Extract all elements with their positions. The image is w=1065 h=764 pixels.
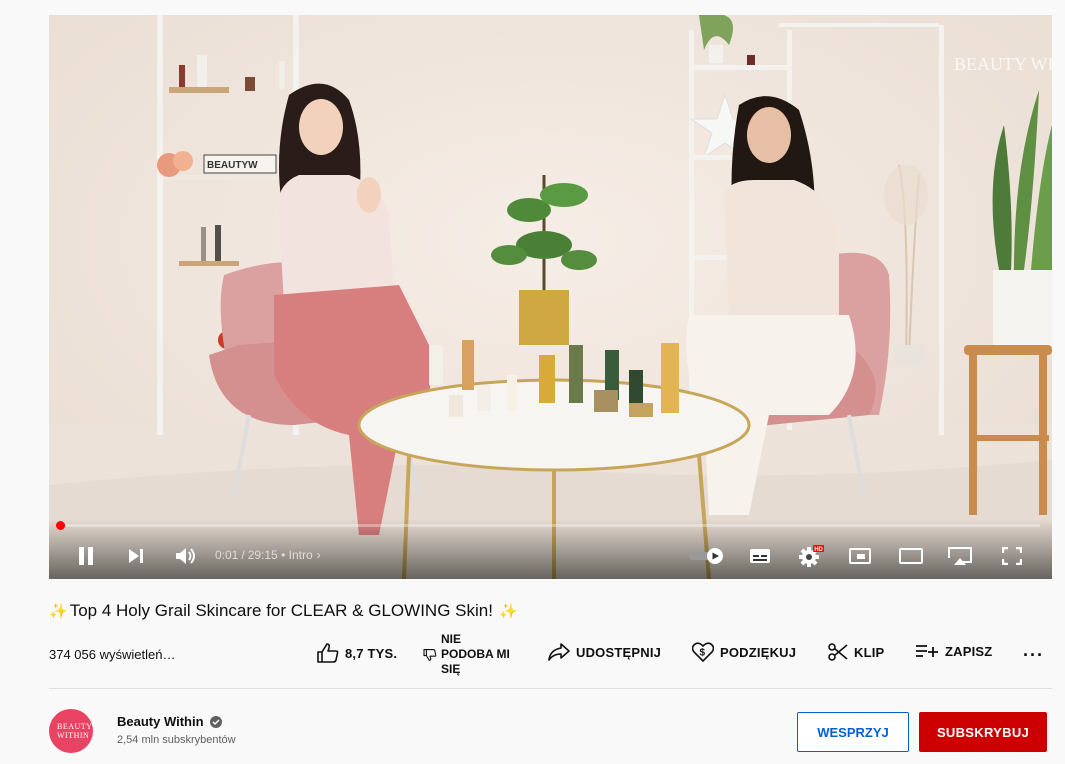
view-count[interactable]: 374 056 wyświetleń… (49, 647, 175, 662)
settings-icon: HD (799, 545, 824, 567)
share-label: UDOSTĘPNIJ (576, 644, 662, 660)
verified-icon (209, 715, 222, 728)
cast-button[interactable] (947, 545, 973, 567)
svg-text:$: $ (700, 648, 706, 659)
video-frame: BEAUTYW BEAUTY WI (49, 15, 1052, 579)
thanks-label: PODZIĘKUJ (720, 644, 797, 660)
channel-avatar[interactable]: BEAUTY WITHIN (49, 709, 93, 753)
thanks-icon: $ (692, 642, 714, 662)
pause-icon (79, 547, 93, 565)
shelf-sign: BEAUTYW (207, 160, 258, 171)
subscribe-button[interactable]: SUBSKRYBUJ (919, 712, 1047, 752)
autoplay-toggle[interactable] (689, 545, 727, 567)
share-button[interactable]: UDOSTĘPNIJ (548, 643, 661, 661)
like-button[interactable]: 8,7 TYS. (317, 643, 397, 663)
divider (49, 688, 1052, 689)
theater-button[interactable] (898, 545, 924, 567)
save-label: ZAPISZ (945, 643, 993, 659)
thanks-button[interactable]: $ PODZIĘKUJ (692, 642, 796, 662)
clip-label: KLIP (854, 644, 885, 660)
more-actions-button[interactable]: ··· (1023, 645, 1044, 666)
subtitles-icon (750, 549, 770, 563)
volume-icon (176, 548, 195, 564)
like-count: 8,7 TYS. (345, 645, 398, 661)
chapter-title[interactable]: • Intro (281, 548, 313, 562)
subtitles-button[interactable] (748, 545, 772, 567)
channel-name[interactable]: Beauty Within (117, 714, 222, 729)
sparkles-emoji-end: ✨ (498, 603, 518, 620)
like-icon (317, 643, 339, 663)
chapter-arrow[interactable]: › (317, 548, 321, 562)
next-button[interactable] (125, 545, 147, 567)
subscriber-count: 2,54 mln subskrybentów (117, 734, 236, 746)
pause-button[interactable] (75, 545, 97, 567)
video-title-text: Top 4 Holy Grail Skincare for CLEAR & GL… (69, 601, 493, 620)
cast-icon (948, 547, 972, 565)
hd-badge: HD (814, 547, 823, 553)
dislike-label: NIE PODOBA MI SIĘ (441, 632, 510, 676)
settings-button[interactable]: HD (798, 545, 824, 567)
channel-name-text: Beauty Within (117, 714, 204, 729)
progress-bar[interactable] (61, 524, 1040, 527)
miniplayer-button[interactable] (848, 545, 872, 567)
time-display: 0:01/29:15 • Intro › (215, 548, 321, 562)
share-icon (548, 643, 570, 661)
volume-button[interactable] (174, 545, 198, 567)
save-button[interactable]: ZAPISZ (915, 643, 992, 659)
time-current: 0:01 (215, 548, 239, 562)
dislike-icon (423, 648, 437, 661)
clip-icon (828, 643, 848, 661)
dislike-button[interactable]: NIE PODOBA MI SIĘ (423, 632, 511, 677)
sparkles-emoji: ✨ (49, 603, 68, 620)
scrubber-handle[interactable] (56, 521, 65, 530)
fullscreen-icon (1002, 547, 1022, 565)
time-total: 29:15 (247, 548, 278, 562)
clip-button[interactable]: KLIP (828, 643, 884, 661)
miniplayer-icon (849, 548, 871, 564)
video-title: ✨ Top 4 Holy Grail Skincare for CLEAR & … (49, 601, 518, 621)
video-player[interactable]: BEAUTYW BEAUTY WI 0:01 / 29:15 • Intro ›… (49, 15, 1052, 579)
support-button[interactable]: WESPRZYJ (797, 712, 909, 752)
channel-watermark: BEAUTY WITHIN (954, 54, 1052, 74)
time-separator: / (241, 548, 245, 562)
autoplay-toggle-icon (689, 548, 723, 564)
next-icon (129, 549, 143, 563)
save-icon (916, 645, 938, 657)
avatar-text: BEAUTY WITHIN (57, 722, 93, 740)
theater-icon (899, 548, 923, 564)
fullscreen-button[interactable] (1001, 545, 1023, 567)
